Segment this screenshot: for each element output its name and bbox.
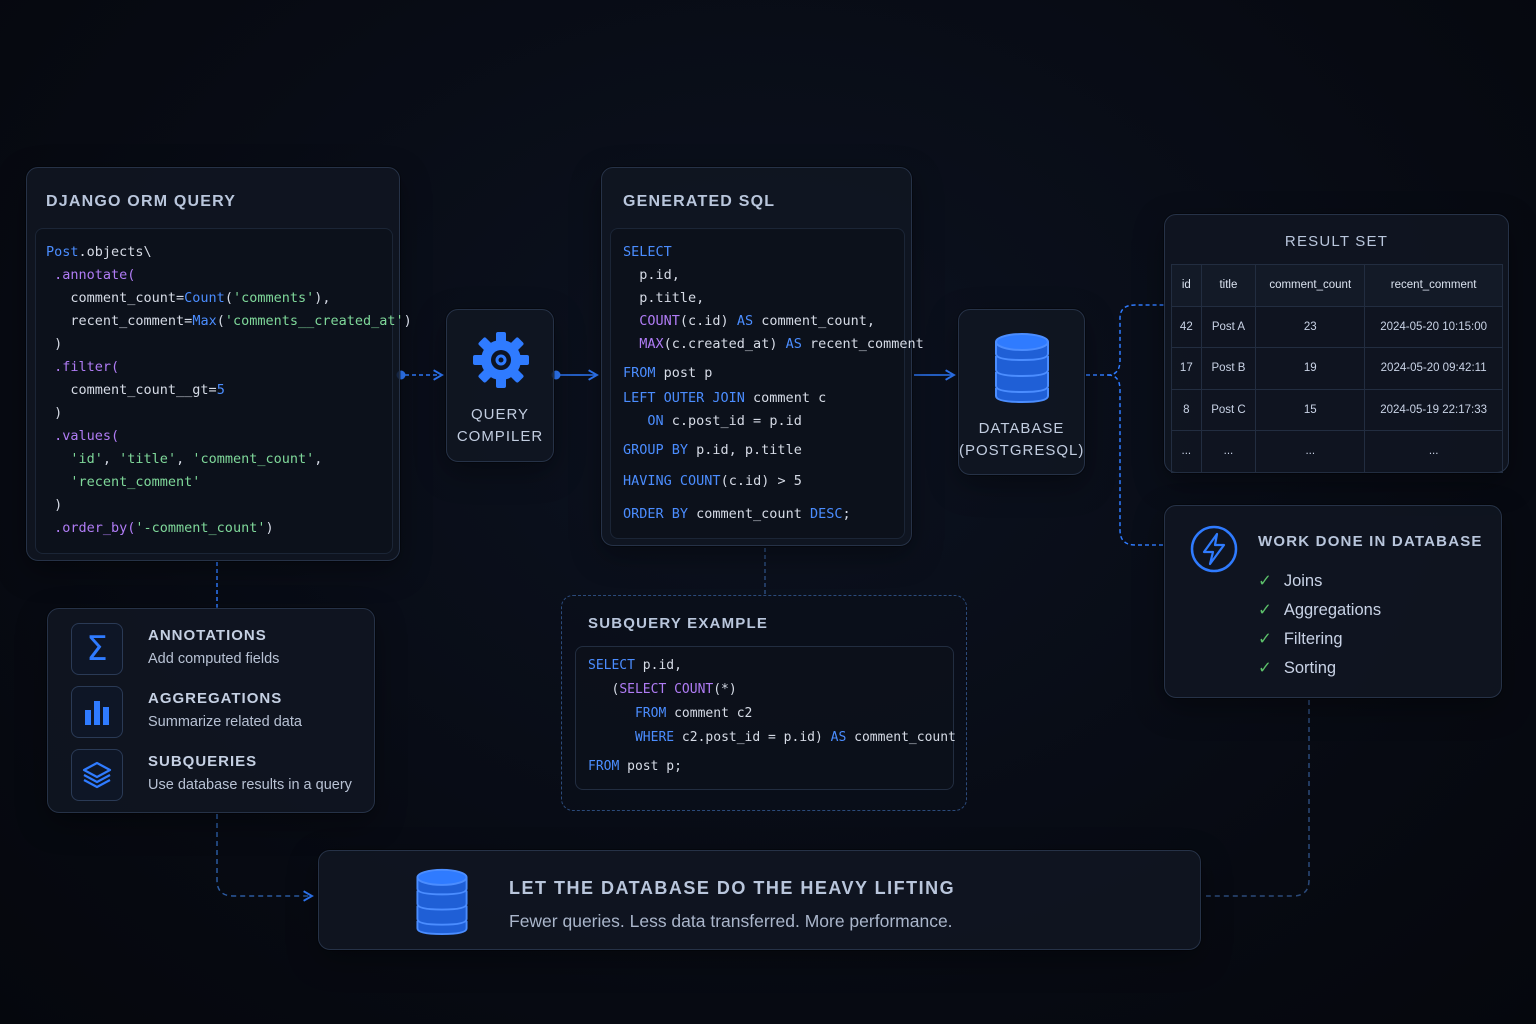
table-row: ............ (1171, 430, 1503, 473)
result-cell: 2024-05-20 09:42:11 (1364, 347, 1503, 390)
orm-code-line: comment_count=Count('comments'), (46, 290, 331, 306)
result-cell: Post A (1200, 305, 1257, 348)
sql-code-line: p.title, (623, 290, 705, 306)
sql-code-line: GROUP BY p.id, p.title (623, 442, 802, 458)
work-item-sorting: ✓ Sorting (1258, 659, 1337, 677)
result-cell: 17 (1171, 347, 1202, 390)
connector-db-to-work (1107, 374, 1164, 546)
subquery-code-line: (SELECT COUNT(*) (588, 682, 737, 697)
lightning-icon (1190, 525, 1238, 573)
orm-code-line: .annotate( (46, 267, 136, 283)
result-cell: 8 (1171, 388, 1202, 431)
result-header-cell: comment_count (1255, 264, 1366, 307)
feature-subqueries-title: SUBQUERIES (148, 753, 258, 770)
orm-code-line: 'id', 'title', 'comment_count', (70, 451, 323, 467)
subquery-code-line: FROM post p; (588, 759, 682, 774)
result-cell: Post C (1200, 388, 1257, 431)
result-set-panel: RESULT SET id title comment_count recent_co… (1164, 214, 1509, 473)
result-cell: 2024-05-19 22:17:33 (1364, 388, 1503, 431)
compiler-label-line1: QUERY (470, 406, 530, 423)
subquery-code-line: FROM comment c2 (634, 706, 753, 721)
orm-features-panel: Σ ANNOTATIONS Add computed fields AGGREG… (47, 608, 375, 813)
feature-subqueries-desc: Use database results in a query (148, 777, 352, 793)
subquery-panel-title: SUBQUERY EXAMPLE (588, 615, 769, 632)
orm-code-line: Post.objects\ (46, 244, 152, 260)
subquery-code-line: SELECT p.id, (588, 658, 682, 673)
orm-code-line: ) (46, 405, 63, 421)
sql-panel-title: GENERATED SQL (623, 193, 776, 210)
result-cell: ... (1364, 430, 1503, 473)
banner-database-icon (416, 868, 468, 936)
orm-panel-title: DJANGO ORM QUERY (46, 193, 237, 210)
generated-sql-panel: GENERATED SQL SELECT p.id, p.title, COUN… (601, 167, 924, 546)
database-label-line2: (POSTGRESQL) (959, 442, 1085, 459)
orm-code-line: .values( (46, 428, 120, 444)
database-icon (995, 333, 1049, 404)
result-cell: Post B (1200, 347, 1257, 390)
result-cell: 42 (1171, 305, 1202, 348)
heavy-lifting-banner: LET THE DATABASE DO THE HEAVY LIFTING Fe… (318, 850, 1201, 950)
connector-db-to-results (1086, 304, 1164, 376)
table-row: 17 Post B 19 2024-05-20 09:42:11 (1171, 347, 1503, 390)
sql-code-line: LEFT OUTER JOIN comment c (623, 390, 827, 406)
result-cell: 2024-05-20 10:15:00 (1364, 305, 1503, 348)
result-header-cell: title (1200, 264, 1257, 307)
work-item-aggregations: ✓ Aggregations (1258, 601, 1382, 619)
sigma-icon: Σ (71, 623, 123, 675)
connector-work-to-banner (1206, 700, 1310, 897)
database-box: DATABASE (POSTGRESQL) (958, 309, 1085, 475)
orm-code-block: Post.objects\ .annotate( comment_count=C… (46, 244, 412, 554)
sql-code-line: p.id, (623, 267, 680, 283)
feature-annotations-desc: Add computed fields (148, 651, 280, 667)
orm-query-panel: DJANGO ORM QUERY Post.objects\ .annotate… (26, 167, 412, 561)
result-cell: 19 (1255, 347, 1366, 390)
query-compiler-box: QUERY COMPILER (446, 309, 554, 462)
result-header-cell: recent_comment (1364, 264, 1503, 307)
bar-chart-icon (71, 686, 123, 738)
database-label-line1: DATABASE (978, 420, 1065, 437)
orm-code-line: ) (46, 497, 63, 513)
result-cell: 23 (1255, 305, 1366, 348)
sql-code-line: ON c.post_id = p.id (647, 413, 802, 429)
compiler-label-line2: COMPILER (456, 428, 544, 445)
orm-code-line: comment_count__gt=5 (46, 382, 225, 398)
feature-aggregations-title: AGGREGATIONS (148, 690, 283, 707)
result-cell: 15 (1255, 388, 1366, 431)
sql-code-line: HAVING COUNT(c.id) > 5 (623, 473, 802, 489)
banner-subtitle: Fewer queries. Less data transferred. Mo… (509, 911, 953, 931)
result-set-table: id title comment_count recent_comment 42 Pos… (1171, 264, 1503, 473)
result-set-title: RESULT SET (1284, 233, 1389, 250)
orm-code-line: recent_comment=Max('comments__created_at… (46, 313, 412, 329)
subquery-code-block: SELECT p.id, (SELECT COUNT(*) FROM comme… (588, 658, 958, 786)
table-row: 8 Post C 15 2024-05-19 22:17:33 (1171, 388, 1503, 431)
orm-code-line: 'recent_comment' (70, 474, 201, 490)
result-cell: ... (1171, 430, 1202, 473)
work-item-joins: ✓ Joins (1258, 572, 1323, 590)
result-header-cell: id (1171, 264, 1202, 307)
sql-code-line: SELECT (623, 244, 672, 260)
sql-code-line: FROM post p (623, 365, 713, 381)
work-item-filtering: ✓ Filtering (1258, 630, 1343, 648)
table-row: 42 Post A 23 2024-05-20 10:15:00 (1171, 305, 1503, 348)
orm-code-line: ) (46, 336, 63, 352)
sql-code-block: SELECT p.id, p.title, COUNT(c.id) AS com… (623, 244, 924, 539)
result-cell: ... (1200, 430, 1257, 473)
subquery-code-line: WHERE c2.post_id = p.id) AS comment_coun… (634, 730, 956, 745)
layers-icon (71, 749, 123, 801)
sql-code-line: ORDER BY comment_count DESC; (623, 506, 851, 522)
connector-features-to-banner (216, 814, 314, 902)
orm-code-line: .filter( (46, 359, 120, 375)
gear-icon (473, 332, 529, 388)
orm-code-line: .order_by('-comment_count') (46, 520, 274, 536)
sql-code-line: COUNT(c.id) AS comment_count, (639, 313, 875, 329)
result-cell: ... (1255, 430, 1366, 473)
work-done-panel: WORK DONE IN DATABASE ✓ Joins ✓ Aggregatio… (1164, 505, 1502, 698)
feature-aggregations-desc: Summarize related data (148, 714, 302, 730)
work-panel-title: WORK DONE IN DATABASE (1258, 533, 1483, 550)
banner-title: LET THE DATABASE DO THE HEAVY LIFTING (509, 878, 956, 898)
feature-annotations-title: ANNOTATIONS (148, 627, 267, 644)
subquery-example-panel: SUBQUERY EXAMPLE SELECT p.id, (SELECT CO… (561, 595, 967, 811)
sql-code-line: MAX(c.created_at) AS recent_comment (639, 336, 924, 352)
